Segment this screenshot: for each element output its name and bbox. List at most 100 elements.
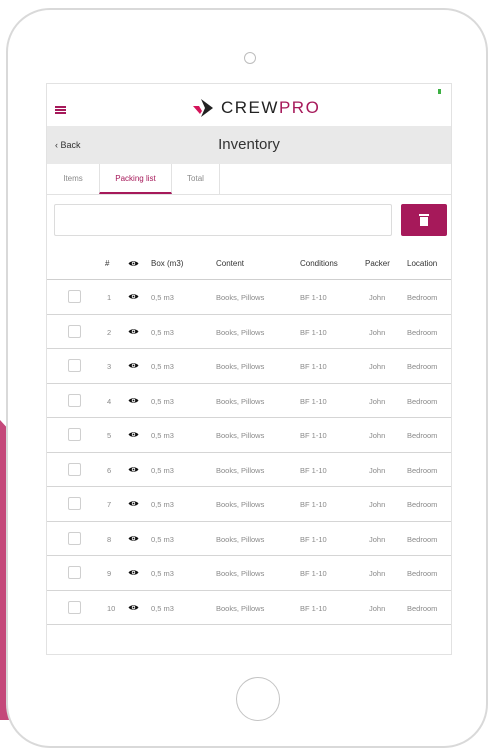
table-row[interactable]: 4 0,5 m3 Books, Pillows BF 1-10 John Bed… xyxy=(47,384,451,418)
row-content: Books, Pillows xyxy=(216,362,265,371)
row-location: Bedroom xyxy=(407,534,438,544)
page-header: ‹ Back Inventory xyxy=(47,126,451,164)
eye-icon[interactable] xyxy=(128,397,139,404)
row-box: 0,5 m3 xyxy=(151,465,174,475)
row-number: 2 xyxy=(107,327,112,337)
row-location: Bedroom xyxy=(407,293,438,302)
eye-icon[interactable] xyxy=(128,328,139,335)
row-number: 5 xyxy=(107,431,112,440)
row-packer: John xyxy=(369,465,386,475)
row-packer: John xyxy=(369,431,386,440)
row-checkbox[interactable] xyxy=(68,290,81,303)
logo-text: CREWPRO xyxy=(221,98,321,117)
row-conditions: BF 1-10 xyxy=(300,293,327,302)
eye-icon[interactable] xyxy=(128,431,139,438)
menu-icon[interactable] xyxy=(55,106,66,114)
row-box: 0,5 m3 xyxy=(151,431,174,440)
row-packer: John xyxy=(369,500,386,509)
table-row[interactable]: 6 0,5 m3 Books, Pillows BF 1-10 John Bed… xyxy=(47,453,451,487)
row-conditions: BF 1-10 xyxy=(300,569,327,578)
tab-items[interactable]: Items xyxy=(47,164,99,194)
row-checkbox[interactable] xyxy=(68,600,81,614)
row-content: Books, Pillows xyxy=(216,534,265,544)
row-checkbox[interactable] xyxy=(68,393,81,407)
row-location: Bedroom xyxy=(407,569,438,578)
row-box: 0,5 m3 xyxy=(151,293,174,302)
search-input[interactable] xyxy=(54,204,392,236)
row-location: Bedroom xyxy=(407,431,438,440)
row-box: 0,5 m3 xyxy=(151,396,174,406)
eye-icon[interactable] xyxy=(128,569,139,576)
row-packer: John xyxy=(369,569,386,578)
table-row[interactable]: 3 0,5 m3 Books, Pillows BF 1-10 John Bed… xyxy=(47,349,451,384)
row-content: Books, Pillows xyxy=(216,293,265,302)
home-button[interactable] xyxy=(236,677,280,721)
row-location: Bedroom xyxy=(407,500,438,509)
row-box: 0,5 m3 xyxy=(151,327,174,337)
row-conditions: BF 1-10 xyxy=(300,500,327,509)
row-checkbox[interactable] xyxy=(68,566,81,579)
header-location: Location xyxy=(407,259,438,268)
row-location: Bedroom xyxy=(407,396,438,406)
row-content: Books, Pillows xyxy=(216,603,265,613)
row-checkbox[interactable] xyxy=(68,497,81,510)
eye-icon[interactable] xyxy=(128,466,139,473)
page-title: Inventory xyxy=(218,136,280,153)
row-conditions: BF 1-10 xyxy=(300,603,327,613)
packing-list-table: 1 0,5 m3 Books, Pillows BF 1-10 John Bed… xyxy=(47,280,451,625)
app-header: CREWPRO xyxy=(47,84,451,126)
eye-icon[interactable] xyxy=(128,293,139,300)
tab-total[interactable]: Total xyxy=(172,164,220,194)
eye-icon xyxy=(128,261,139,266)
row-checkbox[interactable] xyxy=(68,462,81,476)
row-box: 0,5 m3 xyxy=(151,569,174,578)
row-content: Books, Pillows xyxy=(216,327,265,337)
row-packer: John xyxy=(369,534,386,544)
row-content: Books, Pillows xyxy=(216,465,265,475)
table-row[interactable]: 1 0,5 m3 Books, Pillows BF 1-10 John Bed… xyxy=(47,280,451,315)
row-box: 0,5 m3 xyxy=(151,500,174,509)
row-conditions: BF 1-10 xyxy=(300,431,327,440)
row-conditions: BF 1-10 xyxy=(300,396,327,406)
row-box: 0,5 m3 xyxy=(151,603,174,613)
app-screen: CREWPRO ‹ Back Inventory Items Packing l… xyxy=(46,83,452,655)
row-location: Bedroom xyxy=(407,465,438,475)
row-number: 1 xyxy=(107,293,112,302)
header-box: Box (m3) xyxy=(151,259,184,268)
row-checkbox[interactable] xyxy=(68,531,81,545)
row-number: 8 xyxy=(107,534,112,544)
eye-icon[interactable] xyxy=(128,500,139,507)
logo-arrow-icon xyxy=(193,99,213,117)
table-row[interactable]: 2 0,5 m3 Books, Pillows BF 1-10 John Bed… xyxy=(47,315,451,349)
row-checkbox[interactable] xyxy=(68,359,81,372)
delete-button[interactable] xyxy=(401,204,447,236)
row-content: Books, Pillows xyxy=(216,569,265,578)
table-row[interactable]: 8 0,5 m3 Books, Pillows BF 1-10 John Bed… xyxy=(47,522,451,556)
row-content: Books, Pillows xyxy=(216,500,265,509)
row-location: Bedroom xyxy=(407,603,438,613)
table-row[interactable]: 7 0,5 m3 Books, Pillows BF 1-10 John Bed… xyxy=(47,487,451,522)
row-conditions: BF 1-10 xyxy=(300,465,327,475)
eye-icon[interactable] xyxy=(128,535,139,542)
row-location: Bedroom xyxy=(407,362,438,371)
row-conditions: BF 1-10 xyxy=(300,327,327,337)
tab-packing-list[interactable]: Packing list xyxy=(99,164,172,194)
row-box: 0,5 m3 xyxy=(151,534,174,544)
header-number: # xyxy=(105,259,110,268)
eye-icon[interactable] xyxy=(128,604,139,611)
tab-bar: Items Packing list Total xyxy=(47,164,451,195)
row-conditions: BF 1-10 xyxy=(300,534,327,544)
camera-icon xyxy=(244,52,256,64)
row-packer: John xyxy=(369,293,386,302)
row-content: Books, Pillows xyxy=(216,396,265,406)
eye-icon[interactable] xyxy=(128,362,139,369)
row-checkbox[interactable] xyxy=(68,324,81,338)
header-content: Content xyxy=(216,259,245,268)
table-row[interactable]: 9 0,5 m3 Books, Pillows BF 1-10 John Bed… xyxy=(47,556,451,591)
row-location: Bedroom xyxy=(407,327,438,337)
table-row[interactable]: 5 0,5 m3 Books, Pillows BF 1-10 John Bed… xyxy=(47,418,451,453)
row-number: 3 xyxy=(107,362,112,371)
row-number: 4 xyxy=(107,396,112,406)
table-row[interactable]: 10 0,5 m3 Books, Pillows BF 1-10 John Be… xyxy=(47,591,451,625)
row-checkbox[interactable] xyxy=(68,428,81,441)
